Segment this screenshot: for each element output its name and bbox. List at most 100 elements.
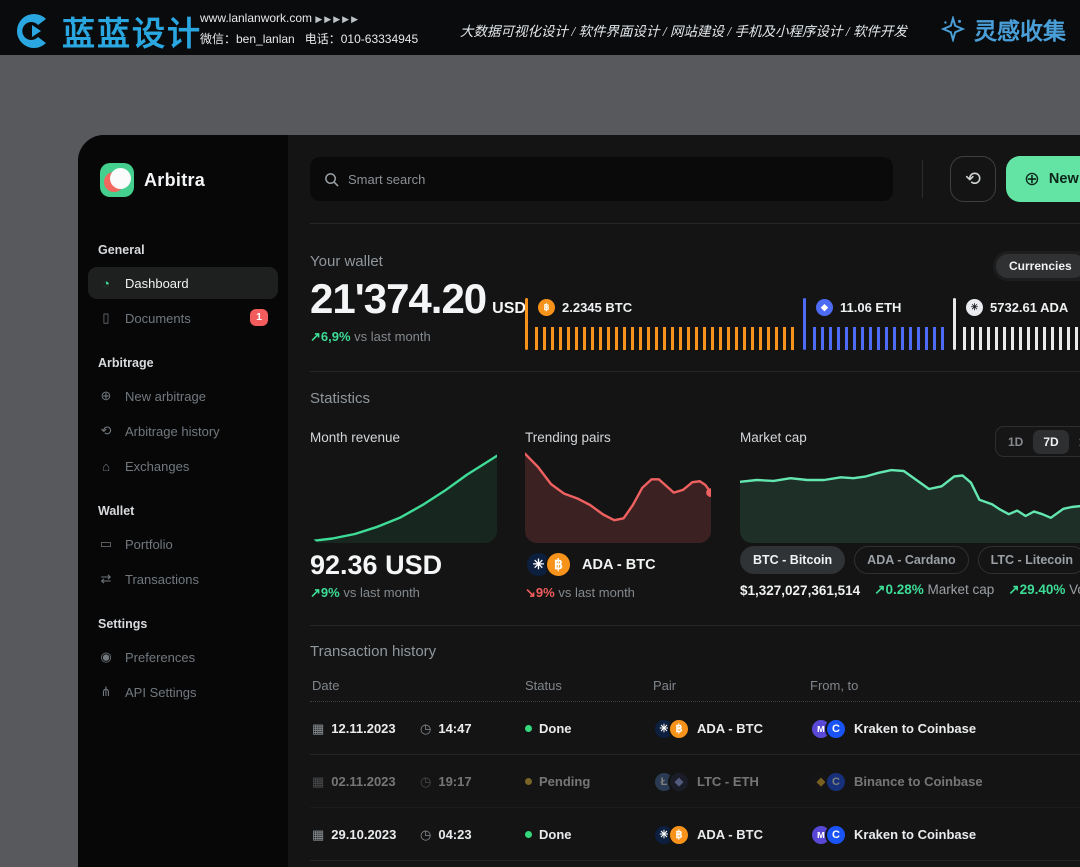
pair-coin-icons: ✳฿: [653, 718, 690, 740]
sidebar-item-label: API Settings: [125, 685, 197, 700]
segment-label: ✳5732.61 ADA: [966, 299, 1068, 316]
pair-label: ADA - BTC: [582, 557, 656, 573]
star-icon: [940, 16, 966, 42]
range-7d[interactable]: 7D: [1033, 430, 1068, 454]
search-input[interactable]: Smart search: [310, 157, 893, 201]
top-banner: 蓝蓝设计 www.lanlanwork.com ▶▶▶▶▶ 微信：ben_lan…: [0, 0, 1080, 55]
month-revenue-value: 92.36 USD: [310, 550, 442, 581]
wallet-total: 21'374.20USD: [310, 275, 526, 323]
sidebar-item-label: New arbitrage: [125, 389, 206, 404]
brand-name: 蓝蓝设计: [62, 7, 202, 55]
sidebar-item-portfolio[interactable]: ▭Portfolio: [88, 528, 278, 560]
transaction-date: ▦02.11.2023: [312, 755, 396, 808]
range-1m[interactable]: 1M: [1069, 430, 1080, 454]
column-header-date: Date: [312, 678, 339, 693]
sidebar-section-wallet: Wallet: [98, 504, 268, 518]
market-cap-stats: $1,327,027,361,514 ↗0.28% Market cap ↗29…: [740, 582, 1080, 598]
volume-trend: ↗29.40% Volume (24: [1008, 582, 1080, 598]
transaction-status: Done: [525, 702, 572, 755]
exchange-icons: ᴍC: [810, 718, 847, 740]
banner-services: 大数据可视化设计 / 软件界面设计 / 网站建设 / 手机及小程序设计 / 软件…: [460, 20, 910, 40]
transaction-row[interactable]: ▦02.11.2023◷19:17PendingŁ◆LTC - ETH◆CBin…: [310, 755, 1080, 808]
exchange-icons: ᴍC: [810, 824, 847, 846]
sidebar-item-api-settings[interactable]: ⋔ API Settings: [88, 676, 278, 708]
new-arbitrage-label: New a: [1049, 171, 1080, 187]
pair-coin-icons: Ł◆: [653, 771, 690, 793]
history-icon: ⟲: [965, 168, 981, 191]
btc-coin-icon: ฿: [538, 299, 555, 316]
range-1d[interactable]: 1D: [998, 430, 1033, 454]
clock-icon: ◷: [420, 774, 431, 790]
sidebar-item-transactions[interactable]: ⇄Transactions: [88, 563, 278, 595]
trending-pairs-chart: [525, 448, 711, 543]
segment-ticks: [535, 327, 799, 350]
transactions-table-header: DateStatusPairFrom, to: [310, 678, 1080, 700]
arbitra-app-window: Arbitra General ◔Dashboard▯Documents1 Arbi…: [78, 135, 1080, 867]
wallet-distribution-bar: ฿2.2345 BTC ◆11.06 ETH ✳5732.61 ADA: [525, 298, 1080, 350]
collect-label: 灵感收集: [974, 12, 1066, 46]
sidebar-item-preferences[interactable]: ◉Preferences: [88, 641, 278, 673]
btc-coin-icon: ฿: [545, 551, 572, 578]
transaction-time: ◷04:23: [420, 808, 472, 861]
transaction-route: ᴍCKraken to Coinbase: [810, 808, 976, 861]
sidebar-nav: General◔Dashboard▯Documents1Arbitrage⊕Ne…: [88, 221, 278, 711]
inspiration-collect[interactable]: 灵感收集: [940, 12, 1066, 46]
new-arbitrage-button[interactable]: ⊕ New a: [1006, 156, 1080, 202]
sidebar-item-dashboard[interactable]: ◔Dashboard: [88, 267, 278, 299]
app-logo: Arbitra: [100, 163, 205, 197]
page: 蓝蓝设计 www.lanlanwork.com ▶▶▶▶▶ 微信：ben_lan…: [0, 0, 1080, 867]
sidebar-section-general: General: [98, 243, 268, 257]
sidebar-item-arbitrage-history[interactable]: ⟲ Arbitrage history: [88, 415, 278, 447]
search-icon: [324, 172, 339, 187]
pair-coin-icons: ✳฿: [525, 551, 572, 578]
wallet-view-currencies[interactable]: Currencies: [996, 254, 1080, 278]
coinbase-coin-icon: C: [825, 718, 847, 740]
transaction-row[interactable]: ▦29.10.2023◷04:23Done✳฿ADA - BTCᴍCKraken…: [310, 808, 1080, 861]
plus-circle-icon: ⊕: [98, 388, 114, 404]
sidebar: Arbitra General ◔Dashboard▯Documents1 Arbi…: [78, 135, 288, 867]
pair-coin-icons: ✳฿: [653, 824, 690, 846]
history-icon: ⟲: [98, 423, 114, 439]
app-name: Arbitra: [144, 170, 205, 191]
btc-coin-icon: ฿: [668, 824, 690, 846]
market-cap-chart: [740, 453, 1080, 543]
plus-circle-icon: ⊕: [1024, 168, 1040, 191]
coin-pill-ada-cardano[interactable]: ADA - Cardano: [854, 546, 968, 574]
arrows-decoration: ▶▶▶▶▶: [315, 14, 360, 24]
calendar-icon: ▦: [312, 827, 324, 843]
coin-pill-btc-bitcoin[interactable]: BTC - Bitcoin: [740, 546, 845, 574]
wallet-segment-eth: ◆11.06 ETH: [803, 298, 953, 350]
exchange-house-icon: ⌂: [98, 459, 114, 474]
transaction-pair: ✳฿ADA - BTC: [653, 702, 763, 755]
cap-trend: ↗0.28% Market cap: [874, 582, 994, 598]
sidebar-item-new-arbitrage[interactable]: ⊕ New arbitrage: [88, 380, 278, 412]
transaction-pair: ✳฿ADA - BTC: [653, 808, 763, 861]
month-revenue-trend: ↗9% vs last month: [310, 585, 420, 601]
transaction-row[interactable]: ▦12.11.2023◷14:47Done✳฿ADA - BTCᴍCKraken…: [310, 702, 1080, 755]
sidebar-item-label: Arbitrage history: [125, 424, 220, 439]
clock-icon: ◷: [420, 827, 431, 843]
transaction-route: ᴍCKraken to Coinbase: [810, 702, 976, 755]
segment-ticks: [813, 327, 949, 350]
sidebar-item-documents[interactable]: ▯Documents1: [88, 302, 278, 334]
coinbase-coin-icon: C: [825, 824, 847, 846]
sidebar-item-exchanges[interactable]: ⌂ Exchanges: [88, 450, 278, 482]
wallet-trend: ↗6,9% vs last month: [310, 329, 431, 345]
exchange-icons: ◆C: [810, 771, 847, 793]
coin-pill-ltc-litecoin[interactable]: LTC - Litecoin: [978, 546, 1080, 574]
column-header-status: Status: [525, 678, 562, 693]
market-cap-label: Market cap: [740, 430, 807, 445]
phone: 电话：010-63334945: [305, 32, 418, 46]
plug-icon: ⋔: [98, 684, 114, 700]
column-header-pair: Pair: [653, 678, 676, 693]
history-button[interactable]: ⟲: [950, 156, 996, 202]
sidebar-item-label: Documents: [125, 311, 191, 326]
transaction-status: Done: [525, 808, 572, 861]
calendar-icon: ▦: [312, 774, 324, 790]
banner-contact: www.lanlanwork.com ▶▶▶▶▶ 微信：ben_lanlan 电…: [200, 8, 418, 49]
status-dot: [525, 725, 532, 732]
segment-label: ฿2.2345 BTC: [538, 299, 632, 316]
sidebar-item-label: Exchanges: [125, 459, 189, 474]
segment-ticks: [963, 327, 1080, 350]
transactions-table: ▦12.11.2023◷14:47Done✳฿ADA - BTCᴍCKraken…: [310, 702, 1080, 861]
